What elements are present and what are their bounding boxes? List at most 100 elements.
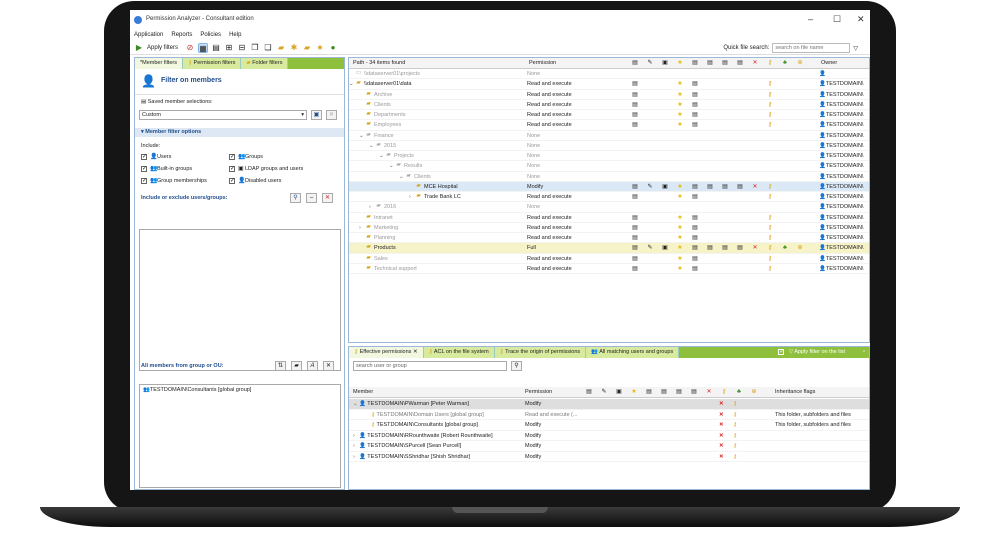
check-groups[interactable]: 👥Groups bbox=[223, 152, 263, 163]
tab-permission-filters[interactable]: ⚷ Permission filters bbox=[182, 58, 242, 69]
duplicate-icon[interactable]: ❏ bbox=[263, 43, 273, 53]
list-item[interactable]: 👥TESTDOMAIN\Consultants [global group] bbox=[140, 385, 340, 396]
table-row[interactable]: ⌄ ▰ Finance None 👤TESTDOMAIN\ bbox=[349, 131, 869, 141]
include-exclude-list[interactable] bbox=[139, 229, 341, 371]
expander-icon[interactable]: ⌄ bbox=[353, 399, 358, 409]
table-row[interactable]: ▰ Technical support Read and execute 👤TESTD… bbox=[349, 264, 869, 274]
tab-acl[interactable]: ⚷ ACL on the file system bbox=[423, 347, 495, 358]
check-builtin-groups[interactable]: 👥Built-in groups bbox=[135, 164, 192, 175]
close-icon[interactable]: ✕ bbox=[857, 14, 865, 24]
table-row[interactable]: ▰ Clients Read and execute 👤TESTDOMAIN\ ▤ ★ ▤ ⚷ bbox=[349, 100, 869, 110]
save-icon[interactable]: ▣ bbox=[311, 110, 322, 120]
expander-icon[interactable]: ⌄ bbox=[349, 79, 354, 89]
table-row[interactable]: ▰ Intranet Read and execute 👤TESTDOMAIN\ ▤ ★ ▤… bbox=[349, 213, 869, 223]
expander-icon[interactable]: › bbox=[353, 441, 355, 451]
expander-icon[interactable]: › bbox=[409, 192, 411, 202]
table-row[interactable]: › ▰ Marketing Read and execute 👤TESTDOMAIN\ ▤… bbox=[349, 223, 869, 233]
options-section-header[interactable]: ▾ Member filter options bbox=[135, 128, 344, 137]
member-header[interactable]: Member bbox=[353, 387, 373, 398]
search-icon[interactable]: ⚲ bbox=[290, 193, 301, 203]
table-row[interactable]: ⚷ TESTDOMAIN\Consultants [global group] M… bbox=[349, 420, 869, 431]
clear-icon[interactable]: ✕ bbox=[322, 193, 333, 203]
table-row[interactable]: ⌄ ▰ Projects None 👤TESTDOMAIN\ bbox=[349, 151, 869, 162]
table-row[interactable]: › ▰ Trade Bank LC Read and execute 👤TESTDOMA… bbox=[349, 192, 869, 203]
play-icon[interactable]: ▶ bbox=[134, 43, 144, 53]
table-row[interactable]: ▰ Employees Read and execute 👤TESTDOMAIN\ ▤ ★… bbox=[349, 120, 869, 131]
text-icon[interactable]: A bbox=[307, 361, 318, 371]
expander-icon[interactable]: ⌄ bbox=[399, 172, 404, 182]
app-window: Permission Analyzer - Consultant edition… bbox=[130, 10, 870, 490]
table-row[interactable]: › 👤 TESTDOMAIN\RRounthwaite [Robert Rount… bbox=[349, 431, 869, 441]
menu-item[interactable]: Reports bbox=[171, 31, 192, 41]
table-row[interactable]: ▰ Products Full 👤TESTDOMAIN\ ▤ ✎ ▣ ★ ▤ ▤ ▤ ▤ ✕ ⚷ ♣ ⊕ bbox=[349, 243, 869, 254]
table-row[interactable]: ▭ \\dataserver01\projects None 👤 bbox=[349, 69, 869, 80]
apply-on-list-toggle[interactable]: ▽ Apply filter on the list bbox=[778, 347, 845, 358]
table-row[interactable]: › ▰ 2016 None 👤TESTDOMAIN\ bbox=[349, 202, 869, 213]
folder-icon[interactable]: ▰ bbox=[302, 43, 312, 53]
menu-item[interactable]: Policies bbox=[200, 31, 221, 41]
members-list[interactable]: 👥TESTDOMAIN\Consultants [global group] bbox=[139, 384, 341, 488]
owner-header[interactable]: Owner bbox=[821, 58, 837, 69]
table-row[interactable]: ⌄ ▰ \\dataserver01\data Read and execute 👤TE… bbox=[349, 79, 869, 90]
quick-search-input[interactable] bbox=[772, 43, 851, 53]
table-row[interactable]: ▰ Departments Read and execute 👤TESTDOMAIN\… bbox=[349, 110, 869, 121]
table-row[interactable]: ⌄ ▰ 2015 None 👤TESTDOMAIN\ bbox=[349, 141, 869, 151]
user-search-icon[interactable]: ⚲ bbox=[511, 361, 522, 371]
tab-member-filters[interactable]: *Member filters bbox=[135, 58, 183, 69]
check-disabled-users[interactable]: 👤Disabled users bbox=[223, 176, 281, 187]
permission-header[interactable]: Permission bbox=[525, 387, 552, 398]
tree-view-icon[interactable]: ▦ bbox=[198, 42, 209, 53]
apply-filters-button[interactable]: Apply filters bbox=[147, 45, 178, 51]
panel-menu-icon[interactable]: ▫ bbox=[863, 347, 865, 358]
path-header[interactable]: Path - 34 items found bbox=[353, 58, 405, 69]
menu-item[interactable]: Help bbox=[229, 31, 241, 41]
saved-selection-combo[interactable]: Custom ▾ bbox=[139, 110, 307, 120]
info-icon[interactable]: ● bbox=[328, 43, 338, 53]
table-row[interactable]: ▰ Planning Read and execute 👤TESTDOMAIN\ ▤ ★ ▤… bbox=[349, 233, 869, 244]
members-folder-icon[interactable]: ▰ bbox=[291, 361, 302, 371]
folder-star-icon[interactable]: ★ bbox=[315, 43, 325, 53]
check-ldap[interactable]: ▣LDAP groups and users bbox=[223, 164, 303, 175]
table-row[interactable]: ⌄ ▰ Results None 👤TESTDOMAIN\ bbox=[349, 161, 869, 172]
expander-icon[interactable]: ⌄ bbox=[369, 141, 374, 151]
expand-icon[interactable]: ⊞ bbox=[224, 43, 234, 53]
user-search-input[interactable]: search user or group bbox=[353, 361, 507, 371]
table-row[interactable]: ▰ MCE Hospital Modify 👤TESTDOMAIN\ ▤ ✎ ▣ ★ ▤ ▤ ▤ ▤ ✕… bbox=[349, 181, 869, 192]
minimize-icon[interactable]: – bbox=[808, 14, 813, 24]
expander-icon[interactable]: ⌄ bbox=[379, 151, 384, 161]
permission-header[interactable]: Permission bbox=[529, 58, 556, 69]
expander-icon[interactable]: › bbox=[369, 202, 371, 212]
expander-icon[interactable]: › bbox=[353, 452, 355, 462]
tab-trace-origin[interactable]: ⚷ Trace the origin of permissions bbox=[494, 347, 587, 358]
tab-folder-filters[interactable]: ▰ Folder filters bbox=[241, 58, 289, 69]
flags-header[interactable]: Inheritance flags bbox=[775, 387, 815, 398]
table-row[interactable]: ▰ Archive Read and execute 👤TESTDOMAIN\ ▤ ★ ▤ ⚷ bbox=[349, 90, 869, 100]
menu-item[interactable]: Application bbox=[134, 31, 163, 41]
folder-add-icon[interactable]: ▰ bbox=[276, 43, 286, 53]
check-group-memberships[interactable]: 👥Group memberships bbox=[135, 176, 207, 187]
list-view-icon[interactable]: ▤ bbox=[211, 43, 221, 53]
collapse-icon[interactable]: ⊟ bbox=[237, 43, 247, 53]
tab-matching-users[interactable]: 👥 All matching users and groups bbox=[586, 347, 680, 358]
funnel-icon[interactable]: ▽ bbox=[853, 45, 858, 52]
remove-icon[interactable]: – bbox=[306, 193, 317, 203]
clear-filter-icon[interactable]: ⊘ bbox=[185, 43, 195, 53]
check-users[interactable]: 👤Users bbox=[135, 152, 171, 163]
expander-icon[interactable]: › bbox=[359, 223, 361, 233]
table-row[interactable]: ⌄ 👤 TESTDOMAIN\PWarman [Peter Warman] Modi… bbox=[349, 399, 869, 410]
delete-icon[interactable]: ✕ bbox=[326, 110, 337, 120]
copy-icon[interactable]: ❐ bbox=[250, 43, 260, 53]
expander-icon[interactable]: ⌄ bbox=[359, 131, 364, 141]
expand-members-icon[interactable]: ⇅ bbox=[275, 361, 286, 371]
table-row[interactable]: › 👤 TESTDOMAIN\SShridhar [Shish Shridhar]… bbox=[349, 452, 869, 462]
table-row[interactable]: ⌄ ▰ Clients None 👤TESTDOMAIN\ bbox=[349, 172, 869, 182]
members-clear-icon[interactable]: ✕ bbox=[323, 361, 334, 371]
table-row[interactable]: ⚷ TESTDOMAIN\Domain Users [global group]… bbox=[349, 410, 869, 420]
expander-icon[interactable]: ⌄ bbox=[389, 161, 394, 171]
table-row[interactable]: › 👤 TESTDOMAIN\SPurcell [Sean Purcell] Mod… bbox=[349, 441, 869, 452]
maximize-icon[interactable]: ☐ bbox=[833, 14, 841, 24]
expander-icon[interactable]: › bbox=[353, 431, 355, 441]
tab-effective-permissions[interactable]: ⚷ Effective permissions ✕ bbox=[349, 347, 424, 358]
scan-icon[interactable]: ✱ bbox=[289, 43, 299, 53]
table-row[interactable]: ▰ Sales Read and execute 👤TESTDOMAIN\ ▤ ★ ▤ ⚷ bbox=[349, 254, 869, 264]
